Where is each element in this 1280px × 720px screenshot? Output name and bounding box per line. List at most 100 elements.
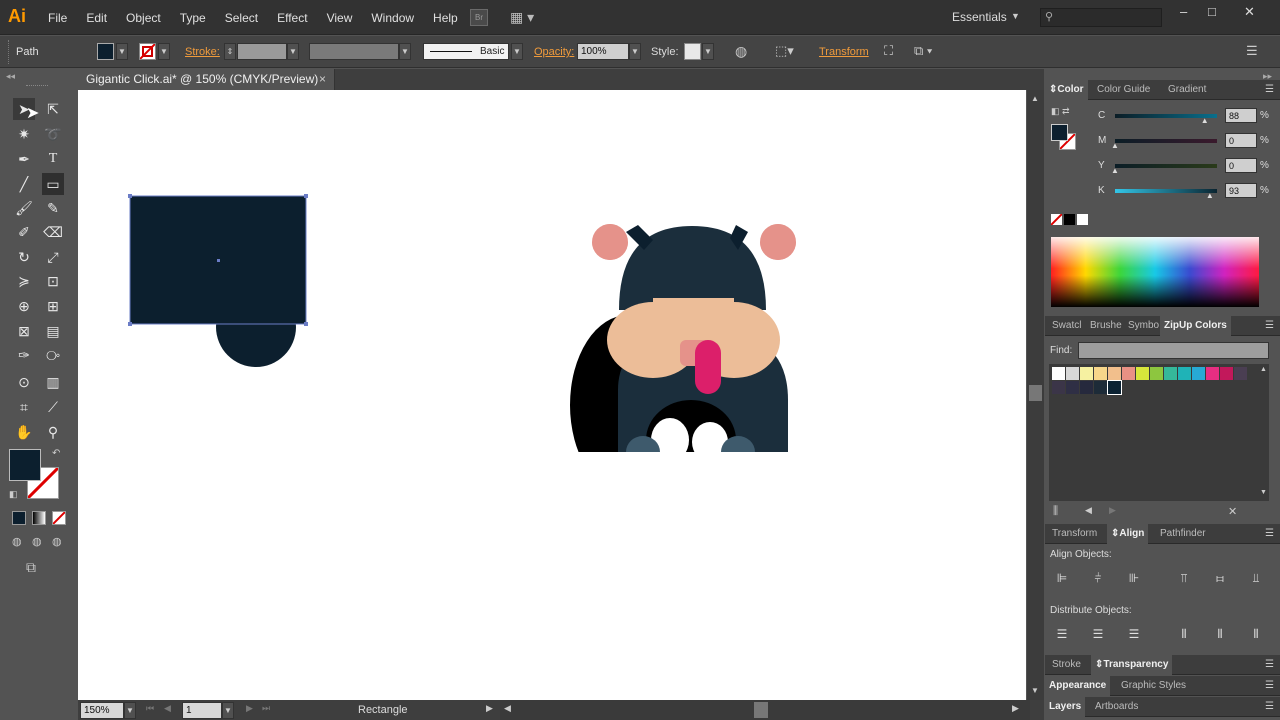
color-swatch[interactable] — [1066, 367, 1079, 380]
color-swatch[interactable] — [1122, 367, 1135, 380]
color-swatch[interactable] — [1220, 367, 1233, 380]
color-swatch[interactable] — [1108, 367, 1121, 380]
slice-tool-icon[interactable]: ⟋ — [42, 396, 64, 418]
tab-transparency[interactable]: ⇕Transparency — [1091, 655, 1173, 675]
slider-thumb[interactable]: ▲ — [1111, 166, 1119, 175]
channel-input-y[interactable]: 0 — [1225, 158, 1257, 173]
channel-input-k[interactable]: 93 — [1225, 183, 1257, 198]
tab-layers[interactable]: Layers — [1045, 697, 1086, 717]
color-swatch[interactable] — [1164, 367, 1177, 380]
tab-pathfinder[interactable]: Pathfinder — [1156, 524, 1210, 544]
next-artboard-icon[interactable]: ▶ — [246, 703, 253, 714]
perspective-grid-tool-icon[interactable]: ⊞ — [42, 295, 64, 317]
zoom-dropdown[interactable]: ▼ — [124, 702, 136, 719]
close-window-button[interactable]: ✕ — [1244, 4, 1255, 20]
rotate-tool-icon[interactable]: ↻ — [13, 246, 35, 268]
color-swatch[interactable] — [1107, 380, 1122, 395]
distribute-bottom-icon[interactable]: ☰ — [1126, 626, 1142, 642]
close-library-icon[interactable]: ✕ — [1228, 505, 1237, 518]
zoom-input[interactable]: 150% — [80, 702, 124, 719]
color-swatch[interactable] — [1178, 367, 1191, 380]
opacity-label[interactable]: Opacity: — [534, 46, 574, 58]
menu-help[interactable]: Help — [433, 11, 458, 25]
paintbrush-tool-icon[interactable]: 🖌 — [13, 197, 35, 219]
default-colors-icon[interactable]: ◧ ⇄ — [1051, 106, 1070, 117]
distribute-left-icon[interactable]: ⫴ — [1176, 626, 1192, 642]
canvas-area[interactable] — [78, 90, 1026, 700]
align-left-icon[interactable]: ⊫ — [1054, 570, 1070, 586]
color-swatch[interactable] — [1066, 381, 1079, 394]
style-dropdown[interactable]: ▼ — [702, 43, 714, 60]
stroke-dropdown[interactable]: ▼ — [158, 43, 170, 60]
tab-swatches[interactable]: Swatcl — [1048, 316, 1085, 336]
rectangle-tool-icon[interactable]: ▭ — [42, 173, 64, 195]
line-tool-icon[interactable]: ╱ — [13, 173, 35, 195]
brush-dropdown[interactable]: ▼ — [511, 43, 523, 60]
black-swatch[interactable] — [1064, 214, 1075, 225]
menu-window[interactable]: Window — [371, 11, 414, 25]
collapse-arrows-icon[interactable]: ◂◂ — [6, 71, 15, 82]
scroll-thumb[interactable] — [754, 702, 768, 718]
scroll-down-icon[interactable]: ▼ — [1260, 489, 1267, 496]
variable-width-profile[interactable] — [309, 43, 399, 60]
scroll-left-icon[interactable]: ◀ — [504, 703, 511, 714]
status-menu-icon[interactable]: ▶ — [486, 703, 493, 714]
swap-fill-stroke-icon[interactable]: ↶ — [52, 448, 60, 459]
align-vertical-center-icon[interactable]: ⧦ — [1212, 570, 1228, 586]
mesh-tool-icon[interactable]: ⊠ — [13, 320, 35, 342]
align-horizontal-center-icon[interactable]: ⫩ — [1090, 570, 1106, 586]
prev-artboard-icon[interactable]: ◀ — [164, 703, 171, 714]
search-input[interactable]: ⚲ — [1040, 8, 1162, 27]
arrange-icon[interactable]: ⧉ ▾ — [914, 43, 932, 59]
panel-menu-icon[interactable]: ☰ — [1265, 701, 1274, 712]
channel-input-c[interactable]: 88 — [1225, 108, 1257, 123]
eraser-tool-icon[interactable]: ⌫ — [42, 221, 64, 243]
chevron-down-icon[interactable]: ▼ — [1011, 11, 1020, 21]
profile-dropdown[interactable]: ▼ — [399, 43, 411, 60]
brush-definition[interactable]: Basic — [423, 43, 509, 60]
isolate-icon[interactable]: ⛶ — [884, 43, 893, 59]
document-tab[interactable]: Gigantic Click.ai* @ 150% (CMYK/Preview)… — [78, 69, 335, 90]
tab-symbols[interactable]: Symbo — [1124, 316, 1163, 336]
transform-label[interactable]: Transform — [819, 46, 869, 58]
column-graph-tool-icon[interactable]: ▥ — [42, 371, 64, 393]
align-right-icon[interactable]: ⊪ — [1126, 570, 1142, 586]
eyedropper-tool-icon[interactable]: ✑ — [13, 344, 35, 366]
swatch-libraries-icon[interactable]: ⫼ — [1053, 505, 1058, 518]
color-fill-box[interactable] — [1051, 124, 1068, 141]
free-transform-tool-icon[interactable]: ⊡ — [42, 270, 64, 292]
tab-graphic-styles[interactable]: Graphic Styles — [1117, 676, 1190, 696]
pen-tool-icon[interactable]: ✒ — [13, 148, 35, 170]
menu-view[interactable]: View — [327, 11, 353, 25]
color-spectrum[interactable] — [1051, 237, 1259, 307]
tab-artboards[interactable]: Artboards — [1091, 697, 1142, 717]
menu-file[interactable]: File — [48, 11, 67, 25]
bounding-handle[interactable] — [304, 322, 308, 326]
align-bottom-icon[interactable]: ⫫ — [1248, 570, 1264, 586]
color-swatch[interactable] — [1052, 381, 1065, 394]
color-swatch[interactable] — [1080, 367, 1093, 380]
tab-brushes[interactable]: Brushe — [1086, 316, 1126, 336]
maximize-button[interactable]: □ — [1208, 4, 1216, 19]
menu-type[interactable]: Type — [180, 11, 206, 25]
stroke-weight-stepper[interactable]: ⇕ — [224, 43, 236, 60]
align-top-icon[interactable]: ⫪ — [1176, 570, 1192, 586]
fill-color-box[interactable] — [9, 449, 41, 481]
lasso-tool-icon[interactable]: ➰ — [42, 123, 64, 145]
swatch-scrollbar[interactable]: ▲ ▼ — [1259, 364, 1269, 501]
magic-wand-tool-icon[interactable]: ✷ — [13, 123, 35, 145]
symbol-sprayer-tool-icon[interactable]: ⊙ — [13, 371, 35, 393]
panel-menu-icon[interactable]: ☰ — [1265, 680, 1274, 691]
opacity-input[interactable]: 100% — [577, 43, 629, 60]
align-to-icon[interactable]: ⬚▾ — [775, 43, 794, 59]
bounding-handle[interactable] — [128, 322, 132, 326]
default-colors-icon[interactable]: ◧ — [9, 489, 18, 500]
direct-selection-tool-icon[interactable]: ⇱ — [42, 98, 64, 120]
close-tab-icon[interactable]: × — [319, 69, 326, 90]
tab-color-guide[interactable]: Color Guide — [1093, 80, 1154, 100]
screen-mode-icon[interactable]: ⧉ — [26, 559, 36, 576]
grip-handle[interactable] — [8, 40, 10, 64]
distribute-right-icon[interactable]: ⫴ — [1248, 626, 1264, 642]
fill-dropdown[interactable]: ▼ — [116, 43, 128, 60]
hand-tool-icon[interactable]: ✋ — [13, 421, 35, 443]
